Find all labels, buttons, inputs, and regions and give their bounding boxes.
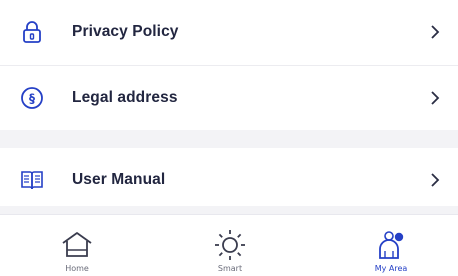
bottom-tab-bar: Home Smart My Area bbox=[0, 214, 458, 276]
chevron-right-icon bbox=[428, 89, 442, 107]
chevron-right-icon bbox=[428, 171, 442, 189]
user-area-icon bbox=[374, 228, 408, 262]
book-icon bbox=[20, 168, 44, 192]
tab-home[interactable]: Home bbox=[17, 215, 137, 276]
menu-item-label: Privacy Policy bbox=[72, 23, 179, 40]
menu-item-label: Legal address bbox=[72, 89, 178, 106]
svg-text:§: § bbox=[29, 92, 35, 106]
tab-label: My Area bbox=[374, 264, 408, 273]
tab-my-area[interactable]: My Area bbox=[331, 215, 451, 276]
section-sign-icon: § bbox=[20, 86, 44, 110]
tab-label: Smart bbox=[217, 264, 243, 273]
tab-label: Home bbox=[65, 264, 89, 273]
tab-smart[interactable]: Smart bbox=[170, 215, 290, 276]
menu-item-privacy-policy[interactable]: Privacy Policy bbox=[0, 0, 458, 64]
section-gap bbox=[0, 130, 458, 148]
menu-item-legal-address[interactable]: § Legal address bbox=[0, 66, 458, 130]
menu-item-label: User Manual bbox=[72, 171, 166, 188]
chevron-right-icon bbox=[428, 23, 442, 41]
home-icon bbox=[60, 228, 94, 262]
menu-item-user-manual[interactable]: User Manual bbox=[0, 148, 458, 212]
section-gap bbox=[0, 206, 458, 214]
lock-icon bbox=[20, 20, 44, 44]
sun-icon bbox=[213, 228, 247, 262]
